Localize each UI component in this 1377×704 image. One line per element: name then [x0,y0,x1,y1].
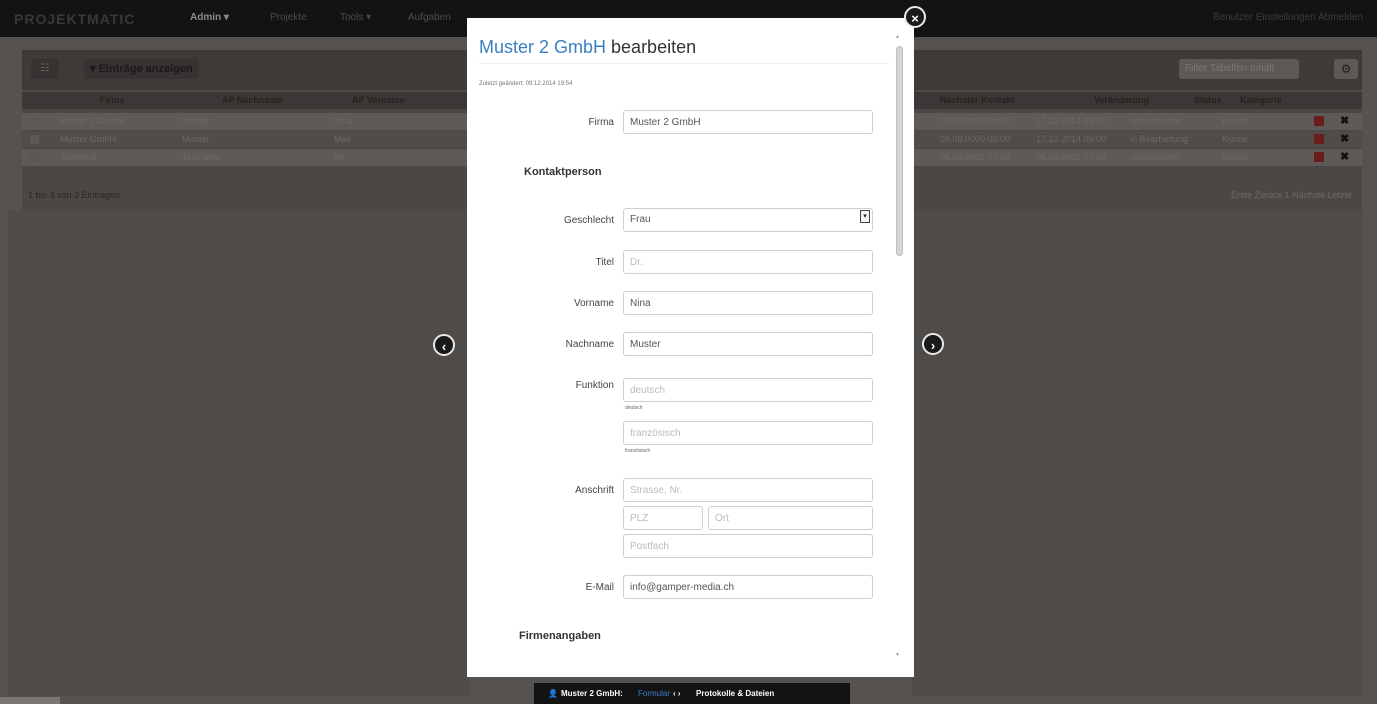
nachname-label: Nachname [565,339,614,350]
pagination[interactable]: Erste Zurück 1 Nächste Letzte [1231,190,1352,200]
modal-title-suffix: bearbeiten [606,37,697,57]
postfach-field[interactable] [623,534,873,558]
cell-veraenderung: 08.08.0000 00:00 [1036,152,1107,162]
vorname-field[interactable] [623,291,873,315]
cell-kategorie: Kunde [1222,134,1249,144]
scroll-down-arrow[interactable]: ▼ [895,652,900,658]
funktion-de-field[interactable] [623,378,873,402]
ort-field[interactable] [708,506,873,530]
cell-kontakt: 08.08.0000 00:00 [940,116,1011,126]
geschlecht-select[interactable]: Frau [623,208,873,232]
column-header-veraenderung[interactable]: Veränderung [1094,95,1149,105]
chevron-down-icon[interactable]: ▾ [860,210,870,223]
delete-icon[interactable]: ✖ [1340,150,1349,163]
last-saved-note: Zuletzt geändert: 09.12.2014 19:54 [479,81,573,87]
edit-icon[interactable] [1314,152,1324,162]
edit-icon[interactable] [1314,134,1324,144]
menu-tools[interactable]: Tools ▾ [340,12,371,23]
tab-switch-arrows-icon[interactable]: ‹ › [673,683,681,704]
cell-veraenderung: 17.12.2014 09:00 [1036,116,1107,126]
delete-icon[interactable]: ✖ [1340,114,1349,127]
prev-record-icon[interactable]: ‹ [433,334,455,356]
nachname-field[interactable] [623,332,873,356]
titel-field[interactable] [623,250,873,274]
email-field[interactable] [623,575,873,599]
cell-kategorie: Kunde [1222,116,1249,126]
edit-contact-modal: Muster 2 GmbH bearbeiten Zuletzt geänder… [467,18,914,677]
tab-protokolle-dateien[interactable]: Protokolle & Dateien [696,683,774,704]
funktion-de-help: deutsch [625,405,643,411]
cell-kategorie: Kunde [1222,152,1249,162]
record-tab-bar: 👤 Muster 2 GmbH: Formular ‹ › Protokolle… [534,683,850,704]
column-header-kontakt[interactable]: Nächster Kontakt [940,95,1015,105]
cell-nachname: Muster [182,116,210,126]
title-divider [479,63,889,64]
cell-nachname: Muster [182,134,210,144]
backdrop-corner [0,697,60,704]
email-label: E-Mail [585,582,614,593]
scrollbar-thumb[interactable] [896,46,903,256]
gear-icon[interactable]: ⚙ [1334,59,1358,79]
column-header-status[interactable]: Status [1194,95,1222,105]
row-checkbox[interactable] [30,117,39,126]
user-icon: 👤 [548,689,558,698]
table-info: 1 bis 3 von 3 Einträgen [28,190,121,200]
row-checkbox[interactable] [30,153,39,162]
menu-admin[interactable]: Admin ▾ [190,12,229,23]
close-icon[interactable]: × [904,6,926,28]
funktion-label: Funktion [575,380,614,391]
funktion-fr-help: französisch [625,448,651,454]
user-menu[interactable]: Benutzer Einstellungen Abmelden [1213,12,1363,23]
cell-firma: Testfirma [60,152,97,162]
cell-kontakt: 08.08.0000 00:00 [940,134,1011,144]
columns-icon[interactable]: ☷ [31,59,59,79]
cell-status: unbearbeitet [1130,116,1181,126]
brand-logo[interactable]: PROJEKTMATIC [14,11,135,27]
cell-firma: Muster GmbH [60,134,117,144]
vorname-label: Vorname [573,298,614,309]
cell-kontakt: 08.08.0000 00:00 [940,152,1011,162]
section-firmenangaben: Firmenangaben [519,630,601,642]
titel-label: Titel [595,257,614,268]
anschrift-label: Anschrift [575,485,614,496]
column-header-kategorie[interactable]: Kategorie [1240,95,1282,105]
cell-status: in Bearbeitung [1130,134,1189,144]
section-kontaktperson: Kontaktperson [524,166,602,178]
cell-nachname: Testname [182,152,222,162]
strasse-field[interactable] [623,478,873,502]
delete-icon[interactable]: ✖ [1340,132,1349,145]
cell-firma: Muster 2 GmbH [60,116,124,126]
cell-veraenderung: 17.12.2014 09:00 [1036,134,1107,144]
entries-dropdown[interactable]: ▾ Einträge anzeigen [84,59,199,79]
plz-field[interactable] [623,506,703,530]
cell-vorname: Max [334,134,352,144]
next-record-icon[interactable]: › [922,333,944,355]
menu-projekte[interactable]: Projekte [270,12,307,23]
scroll-up-arrow[interactable]: ▲ [895,34,900,40]
menu-aufgaben[interactable]: Aufgaben [408,12,451,23]
geschlecht-label: Geschlecht [563,215,614,226]
backdrop-right [912,210,1362,696]
cell-vorname: Ali [334,152,345,162]
cell-status: unbearbeitet [1130,152,1181,162]
firma-label: Firma [588,117,614,128]
tab-company-name: Muster 2 GmbH: [561,689,623,698]
backdrop-left [8,210,470,696]
tab-formular[interactable]: Formular [638,683,670,704]
firma-field[interactable] [623,110,873,134]
column-header-firma[interactable]: Firma [100,95,125,105]
modal-title: Muster 2 GmbH bearbeiten [479,37,696,58]
funktion-fr-field[interactable] [623,421,873,445]
column-header-nachname[interactable]: AP Nachname [222,95,282,105]
column-header-vorname[interactable]: AP Vorname [352,95,405,105]
cell-vorname: Nina [334,116,353,126]
modal-title-company: Muster 2 GmbH [479,37,607,57]
edit-icon[interactable] [1314,116,1324,126]
table-filter-input[interactable]: Filter Tabellen Inhalt [1179,59,1299,79]
row-checkbox[interactable] [30,135,39,144]
